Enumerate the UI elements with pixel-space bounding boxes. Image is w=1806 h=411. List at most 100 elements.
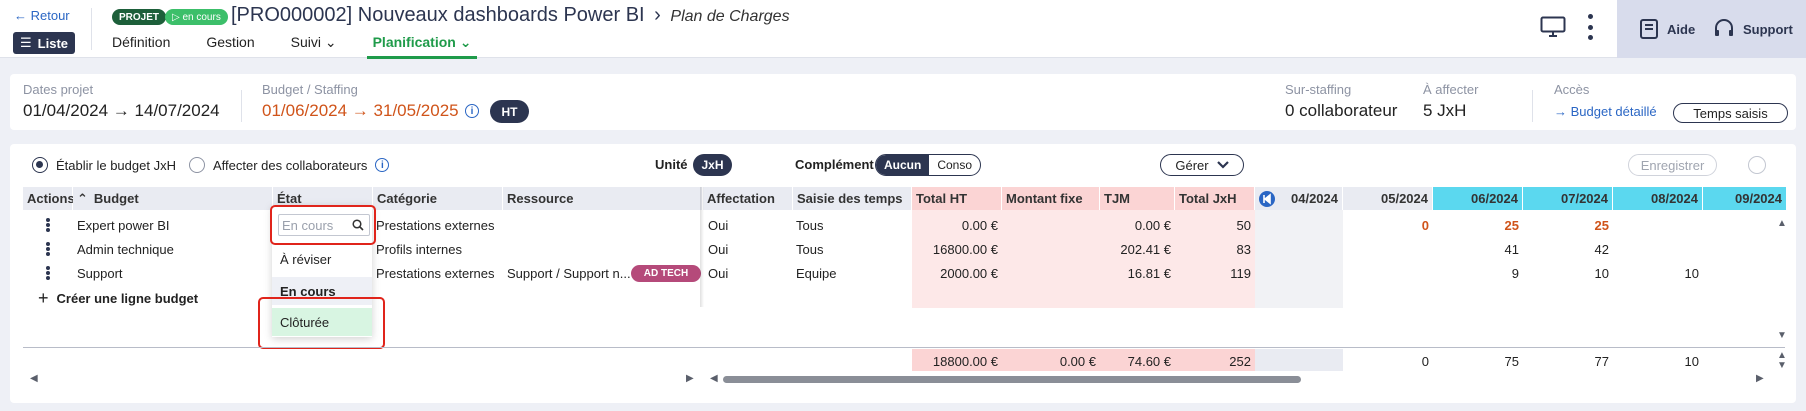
- row-actions-icon[interactable]: [46, 218, 50, 232]
- tab-planification[interactable]: Planification ⌄: [366, 34, 478, 59]
- etat-option-a-reviser[interactable]: À réviser: [272, 245, 372, 273]
- past-month-bg: [1255, 210, 1343, 308]
- total-ht: 18800.00 €: [932, 354, 998, 369]
- gerer-label: Gérer: [1175, 157, 1209, 173]
- skip-back-icon[interactable]: [1259, 190, 1275, 207]
- temps-saisis-button[interactable]: Temps saisis: [1673, 103, 1788, 123]
- row-budget: Admin technique: [77, 242, 174, 257]
- scroll-left-icon[interactable]: ◀: [30, 373, 38, 384]
- complement-conso[interactable]: Conso: [929, 155, 980, 175]
- row-budget: Support: [77, 266, 123, 281]
- col-total-ht[interactable]: Total HT: [912, 187, 1002, 210]
- scroll-left-icon[interactable]: ◀: [710, 373, 718, 384]
- info-icon[interactable]: i: [465, 104, 479, 118]
- frozen-columns-shadow: [700, 187, 704, 307]
- row-actions-icon[interactable]: [46, 266, 50, 280]
- row-categorie: Profils internes: [376, 242, 462, 257]
- row-month-07[interactable]: 10: [1523, 266, 1609, 281]
- row-categorie: Prestations externes: [376, 266, 495, 281]
- col-budget[interactable]: ⌃ Budget: [73, 187, 273, 210]
- row-month-06[interactable]: 9: [1433, 266, 1519, 281]
- radio-dot: [189, 157, 205, 173]
- col-montant-fixe[interactable]: Montant fixe: [1002, 187, 1100, 210]
- col-07-2024: 07/2024: [1523, 187, 1613, 210]
- scroll-down-icon[interactable]: ▼: [1777, 330, 1787, 341]
- list-button[interactable]: ☰ Liste: [13, 32, 75, 54]
- row-saisie: Tous: [796, 242, 824, 257]
- total-tjm: 74.60 €: [1127, 354, 1171, 369]
- row-month-07[interactable]: 25: [1523, 218, 1609, 233]
- info-divider: [1532, 90, 1533, 122]
- row-actions-icon[interactable]: [46, 242, 50, 256]
- dates-value: 01/04/2024 → 14/07/2024: [23, 101, 220, 120]
- total-month-06: 75: [1504, 354, 1519, 369]
- budget-detail-link[interactable]: → Budget détaillé: [1554, 104, 1657, 119]
- month-label: 04/2024: [1291, 191, 1338, 206]
- a-affecter-value: 5 JxH: [1423, 101, 1467, 120]
- col-05-2024: 05/2024: [1343, 187, 1433, 210]
- more-options-icon[interactable]: [1586, 14, 1594, 40]
- row-month-06[interactable]: 41: [1433, 242, 1519, 257]
- radio-label: Établir le budget JxH: [56, 157, 176, 173]
- row-total-ht: 16800.00 €: [932, 242, 998, 257]
- row-categorie: Prestations externes: [376, 218, 495, 233]
- scroll-up-icon[interactable]: ▲: [1777, 218, 1787, 229]
- col-tjm[interactable]: TJM: [1100, 187, 1175, 210]
- top-header: ← Retour ☰ Liste PROJET ▷ en cours [PRO0…: [0, 0, 1806, 59]
- col-categorie[interactable]: Catégorie: [373, 187, 503, 210]
- radio-affecter-collaborateurs[interactable]: Affecter des collaborateurs i: [189, 157, 390, 173]
- row-affectation: Oui: [708, 242, 729, 257]
- col-ressource[interactable]: Ressource: [503, 187, 703, 210]
- scroll-right-icon[interactable]: ▶: [1756, 373, 1764, 384]
- row-saisie: Tous: [796, 218, 824, 233]
- horizontal-scrollbar[interactable]: [723, 376, 1301, 383]
- tab-gestion[interactable]: Gestion: [206, 34, 254, 59]
- headset-icon: [1715, 19, 1733, 36]
- gerer-button[interactable]: Gérer: [1160, 154, 1244, 176]
- create-budget-line-button[interactable]: + Créer une ligne budget: [38, 288, 198, 309]
- budget-staffing-value: 01/06/2024 → 31/05/2025: [262, 101, 459, 120]
- total-month-08: 10: [1684, 354, 1699, 369]
- unit-jxh-toggle[interactable]: JxH: [693, 154, 732, 176]
- row-total-jxh: 83: [1236, 242, 1251, 257]
- project-type-badge: PROJET: [112, 9, 167, 25]
- header-divider: [91, 8, 92, 50]
- col-affectation[interactable]: Affectation: [703, 187, 793, 210]
- list-icon: ☰: [20, 35, 32, 50]
- refresh-icon[interactable]: [1748, 156, 1766, 174]
- chevron-down-icon: [1216, 161, 1229, 169]
- col-total-jxh[interactable]: Total JxH: [1175, 187, 1255, 210]
- support-button[interactable]: Support: [1713, 18, 1793, 40]
- row-month-06[interactable]: 25: [1433, 218, 1519, 233]
- help-label: Aide: [1667, 21, 1696, 37]
- row-month-08[interactable]: 10: [1613, 266, 1699, 281]
- dates-label: Dates projet: [23, 82, 94, 97]
- highlight-cloturee-option: [258, 297, 385, 349]
- radio-etablir-budget[interactable]: Établir le budget JxH: [32, 157, 176, 173]
- help-button[interactable]: Aide: [1639, 18, 1695, 40]
- save-button[interactable]: Enregistrer: [1628, 154, 1717, 176]
- breadcrumb-separator: ›: [654, 4, 661, 26]
- ht-toggle[interactable]: HT: [490, 100, 529, 123]
- col-saisie[interactable]: Saisie des temps: [793, 187, 912, 210]
- scroll-right-icon[interactable]: ▶: [686, 373, 694, 384]
- tab-suivi[interactable]: Suivi ⌄: [291, 34, 337, 59]
- row-month-07[interactable]: 42: [1523, 242, 1609, 257]
- col-08-2024: 08/2024: [1613, 187, 1703, 210]
- col-budget-label: Budget: [93, 191, 139, 206]
- info-icon[interactable]: i: [375, 158, 390, 172]
- back-link[interactable]: ← Retour: [14, 8, 70, 23]
- unite-label: Unité: [655, 157, 688, 172]
- complement-aucun[interactable]: Aucun: [876, 155, 930, 175]
- totals-past-month-bg: [1255, 349, 1343, 371]
- row-budget: Expert power BI: [77, 218, 170, 233]
- scroll-down-icon[interactable]: ▼: [1777, 360, 1787, 371]
- status-badge: ▷ en cours: [165, 9, 228, 25]
- total-montant-fixe: 0.00 €: [1059, 354, 1096, 369]
- tab-definition[interactable]: Définition: [112, 34, 170, 59]
- total-month-05: 0: [1421, 354, 1429, 369]
- monitor-icon[interactable]: [1540, 16, 1566, 38]
- row-ressource: Support / Support n...: [507, 266, 631, 281]
- row-month-05[interactable]: 0: [1343, 218, 1429, 233]
- create-budget-line-label: Créer une ligne budget: [56, 291, 199, 306]
